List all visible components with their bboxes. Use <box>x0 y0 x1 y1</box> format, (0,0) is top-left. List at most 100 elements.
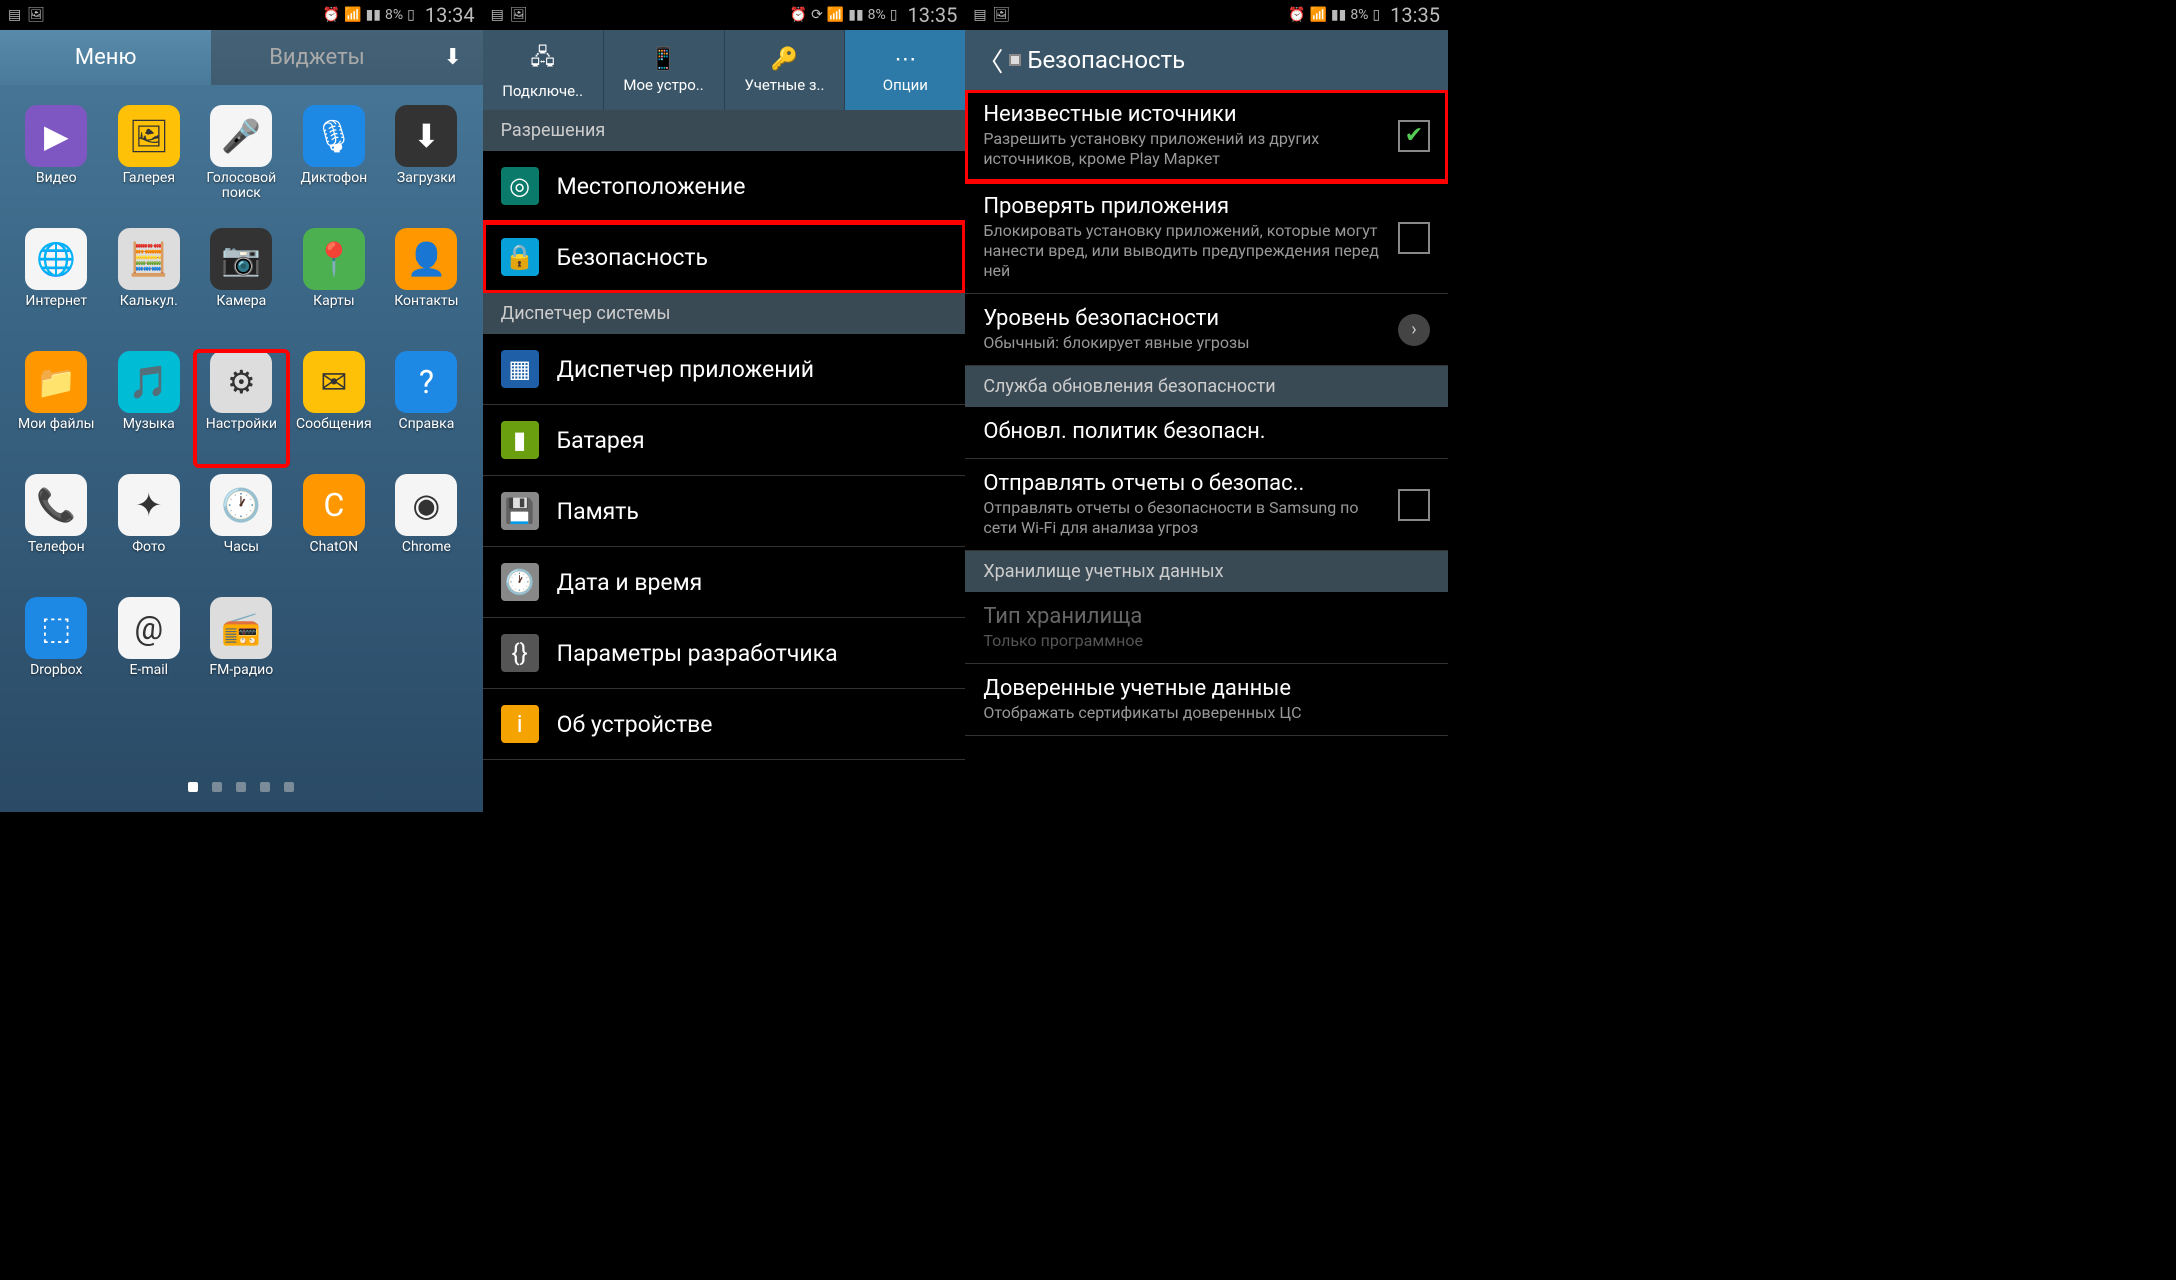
signal-icon: ▮▮ <box>848 7 863 23</box>
back-button[interactable]: 〈 <box>977 42 1003 79</box>
app-музыка[interactable]: 🎵 Музыка <box>103 351 196 466</box>
section-header: Разрешения <box>483 110 966 151</box>
item-subtitle: Обычный: блокирует явные угрозы <box>983 333 1384 353</box>
app-label: Музыка <box>123 417 175 432</box>
app-chaton[interactable]: C ChatON <box>288 474 381 589</box>
app-e-mail[interactable]: @ E-mail <box>103 597 196 712</box>
setting-item[interactable]: 💾 Память <box>483 476 966 547</box>
app-мои файлы[interactable]: 📁 Мои файлы <box>10 351 103 466</box>
app-калькул.[interactable]: 🧮 Калькул. <box>103 228 196 343</box>
tab-widgets[interactable]: Виджеты <box>211 30 422 85</box>
app-icon-glyph: C <box>303 474 365 536</box>
settings-tab[interactable]: 📱 Мое устро.. <box>604 30 725 110</box>
checkbox[interactable] <box>1398 489 1430 521</box>
app-интернет[interactable]: 🌐 Интернет <box>10 228 103 343</box>
security-item[interactable]: Неизвестные источники Разрешить установк… <box>965 90 1448 182</box>
app-сообщения[interactable]: ✉ Сообщения <box>288 351 381 466</box>
app-icon-glyph: ⚙ <box>210 351 272 413</box>
setting-icon: 🔒 <box>501 238 539 276</box>
app-icon-glyph: @ <box>118 597 180 659</box>
section-header: Диспетчер системы <box>483 293 966 334</box>
app-label: Галерея <box>123 171 175 186</box>
setting-item[interactable]: ▮ Батарея <box>483 405 966 476</box>
app-label: Справка <box>398 417 454 432</box>
app-icon-glyph: 🕐 <box>210 474 272 536</box>
setting-item[interactable]: {} Параметры разработчика <box>483 618 966 689</box>
app-label: Карты <box>313 294 355 309</box>
screenshot-icon: 🖼 <box>993 7 1011 23</box>
security-list: Неизвестные источники Разрешить установк… <box>965 90 1448 812</box>
app-chrome[interactable]: ◉ Chrome <box>380 474 473 589</box>
app-icon-glyph: 👤 <box>395 228 457 290</box>
app-контакты[interactable]: 👤 Контакты <box>380 228 473 343</box>
app-grid: ▶ Видео🖼 Галерея🎤 Голосовой поиск🎙 Дикто… <box>0 85 483 772</box>
settings-tab[interactable]: 🖧 Подключе.. <box>483 30 604 110</box>
page-dot <box>212 782 222 792</box>
app-label: Телефон <box>28 540 85 555</box>
app-настройки[interactable]: ⚙ Настройки <box>195 351 288 466</box>
app-label: Калькул. <box>120 294 178 309</box>
app-label: Диктофон <box>300 171 367 186</box>
setting-label: Диспетчер приложений <box>557 356 948 383</box>
app-голосовой поиск[interactable]: 🎤 Голосовой поиск <box>195 105 288 220</box>
security-item[interactable]: Проверять приложения Блокировать установ… <box>965 182 1448 294</box>
page-dot <box>236 782 246 792</box>
battery-icon: ▯ <box>1372 7 1380 23</box>
battery-text: 8% <box>868 7 886 23</box>
status-bar: ▤ 🖼 ⏰ 📶 ▮▮ 8% ▯ 13:34 <box>0 0 483 30</box>
section-header: Служба обновления безопасности <box>965 366 1448 407</box>
tab-menu[interactable]: Меню <box>0 30 211 85</box>
app-телефон[interactable]: 📞 Телефон <box>10 474 103 589</box>
chevron-icon: › <box>1398 314 1430 346</box>
tab-downloads[interactable]: ⬇ <box>423 30 483 85</box>
setting-item[interactable]: ◎ Местоположение <box>483 151 966 222</box>
settings-tab[interactable]: 🔑 Учетные з.. <box>725 30 846 110</box>
page-indicator[interactable] <box>0 772 483 812</box>
setting-item[interactable]: 🕐 Дата и время <box>483 547 966 618</box>
app-label: FM-радио <box>209 663 273 678</box>
app-карты[interactable]: 📍 Карты <box>288 228 381 343</box>
setting-icon: 💾 <box>501 492 539 530</box>
settings-tabs: 🖧 Подключе..📱 Мое устро..🔑 Учетные з..⋯ … <box>483 30 966 110</box>
app-icon-glyph: 📁 <box>25 351 87 413</box>
tab-icon: 🔑 <box>771 47 798 72</box>
screenshot-icon: 🖼 <box>510 7 528 23</box>
setting-icon: ▦ <box>501 350 539 388</box>
app-fm-радио[interactable]: 📻 FM-радио <box>195 597 288 712</box>
app-icon-glyph: ✉ <box>303 351 365 413</box>
app-label: ChatON <box>310 540 359 555</box>
security-header: 〈 Безопасность <box>965 30 1448 90</box>
setting-item[interactable]: ▦ Диспетчер приложений <box>483 334 966 405</box>
checkbox[interactable]: ✔ <box>1398 120 1430 152</box>
app-label: Dropbox <box>30 663 82 678</box>
security-item[interactable]: Доверенные учетные данные Отображать сер… <box>965 664 1448 736</box>
app-icon-glyph: 🎙 <box>303 105 365 167</box>
battery-icon: ▯ <box>407 7 415 23</box>
notification-icon: ▤ <box>973 7 986 23</box>
app-справка[interactable]: ? Справка <box>380 351 473 466</box>
security-item[interactable]: Обновл. политик безопасн. <box>965 407 1448 459</box>
tab-icon: 📱 <box>650 47 677 72</box>
app-часы[interactable]: 🕐 Часы <box>195 474 288 589</box>
settings-tab[interactable]: ⋯ Опции <box>845 30 965 110</box>
app-icon-glyph: 📍 <box>303 228 365 290</box>
checkbox[interactable] <box>1398 222 1430 254</box>
app-dropbox[interactable]: ⬚ Dropbox <box>10 597 103 712</box>
app-камера[interactable]: 📷 Камера <box>195 228 288 343</box>
app-label: Загрузки <box>397 171 456 186</box>
setting-icon: i <box>501 705 539 743</box>
app-фото[interactable]: ✦ Фото <box>103 474 196 589</box>
security-item[interactable]: Отправлять отчеты о безопас.. Отправлять… <box>965 459 1448 551</box>
app-галерея[interactable]: 🖼 Галерея <box>103 105 196 220</box>
app-label: Видео <box>36 171 77 186</box>
app-диктофон[interactable]: 🎙 Диктофон <box>288 105 381 220</box>
app-загрузки[interactable]: ⬇ Загрузки <box>380 105 473 220</box>
alarm-icon: ⏰ <box>323 7 340 23</box>
setting-item[interactable]: i Об устройстве <box>483 689 966 760</box>
app-видео[interactable]: ▶ Видео <box>10 105 103 220</box>
setting-label: Батарея <box>557 427 948 454</box>
setting-item[interactable]: 🔒 Безопасность <box>483 222 966 293</box>
signal-icon: ▮▮ <box>1331 7 1346 23</box>
security-item[interactable]: Уровень безопасности Обычный: блокирует … <box>965 294 1448 366</box>
app-icon-glyph: ▶ <box>25 105 87 167</box>
